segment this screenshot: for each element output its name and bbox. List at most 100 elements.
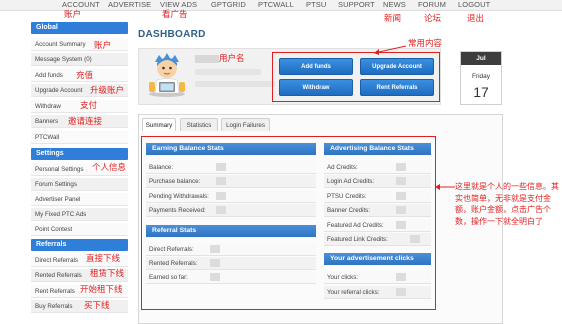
nav-gptgrid[interactable]: GPTGRID <box>211 0 246 11</box>
nav-ptcwall[interactable]: PTCWALL <box>258 0 294 11</box>
table-row: Purchase balance: <box>146 175 316 188</box>
annot-account: 账户 <box>64 10 82 20</box>
sidebar-header-referrals: Referrals <box>31 239 128 251</box>
annot-view-ads: 看广告 <box>162 10 188 20</box>
row-label: Featured Link Credits: <box>327 236 388 243</box>
tab-statistics[interactable]: Statistics <box>180 118 218 131</box>
table-row: Payments Received: <box>146 204 316 217</box>
arrow-icon <box>373 45 407 55</box>
table-row: Login Ad Credits: <box>324 175 431 188</box>
sidebar-item-buy-referrals[interactable]: Buy Referrals <box>31 300 128 313</box>
row-value-blur <box>396 163 406 171</box>
sidebar-item-advertiser-panel[interactable]: Advertiser Panel <box>31 193 128 206</box>
top-nav: ACCOUNT ADVERTISE VIEW ADS GPTGRID PTCWA… <box>0 0 562 11</box>
row-value-blur <box>210 259 220 267</box>
row-label: PTSU Credits: <box>327 193 367 200</box>
table-row: Your referral clicks: <box>324 286 431 299</box>
row-label: Login Ad Credits: <box>327 178 375 185</box>
table-row: Banner Credits: <box>324 204 431 217</box>
annot-sidebar-buy: 买下线 <box>84 301 110 311</box>
page-title: DASHBOARD <box>138 29 206 40</box>
tab-summary[interactable]: Summary <box>142 118 176 131</box>
earning-stats-header: Earning Balance Stats <box>146 143 316 155</box>
row-label: Earned so far: <box>149 274 188 281</box>
row-label: Your referral clicks: <box>327 289 380 296</box>
date-widget: Jul Friday 17 <box>460 51 502 105</box>
referral-stats-header: Referral Stats <box>146 225 316 237</box>
annot-stats-note: 这里就是个人的一些信息。其实也简单，无非就是支付金额，账户金额，点击广告个数，操… <box>455 182 559 226</box>
page: ACCOUNT ADVERTISE VIEW ADS GPTGRID PTCWA… <box>0 0 562 324</box>
table-row: Direct Referrals: <box>146 243 316 256</box>
sidebar-header-settings: Settings <box>31 148 128 160</box>
date-day: 17 <box>473 84 489 100</box>
row-value-blur <box>396 206 406 214</box>
avatar <box>149 53 185 97</box>
user-info-blur-2 <box>195 81 275 87</box>
annot-username: 用户名 <box>219 54 245 64</box>
nav-support[interactable]: SUPPORT <box>338 0 375 11</box>
row-label: Ad Credits: <box>327 164 358 171</box>
sidebar-item-forum-settings[interactable]: Forum Settings <box>31 178 128 191</box>
row-value-blur <box>396 221 406 229</box>
username-blur <box>195 55 219 63</box>
row-value-blur <box>216 206 226 214</box>
add-funds-button[interactable]: Add funds <box>279 58 353 75</box>
row-value-blur <box>216 177 226 185</box>
annot-sidebar-rent: 开始租下线 <box>80 285 123 295</box>
annot-sidebar-rented: 租赁下线 <box>90 269 125 279</box>
table-row: Balance: <box>146 161 316 174</box>
row-value-blur <box>396 177 406 185</box>
row-value-blur <box>210 245 220 253</box>
arrow-icon <box>435 184 455 190</box>
row-label: Your clicks: <box>327 274 359 281</box>
withdraw-button[interactable]: Withdraw <box>279 79 353 96</box>
row-label: Balance: <box>149 164 174 171</box>
table-row: Featured Link Credits: <box>324 233 431 246</box>
annot-sidebar-banners: 邀请连接 <box>68 117 103 127</box>
sidebar-header-global: Global <box>31 22 128 34</box>
advertising-stats-header: Advertising Balance Stats <box>324 143 431 155</box>
annot-common-content: 常用内容 <box>408 39 443 49</box>
row-label: Direct Referrals: <box>149 246 194 253</box>
sidebar-item-ptcwall[interactable]: PTCWall <box>31 131 128 144</box>
sidebar-item-message-system[interactable]: Message System (0) <box>31 53 128 66</box>
row-label: Purchase balance: <box>149 178 201 185</box>
row-label: Banner Credits: <box>327 207 370 214</box>
nav-ptsu[interactable]: PTSU <box>306 0 326 11</box>
table-row: Ad Credits: <box>324 161 431 174</box>
row-value-blur <box>216 192 226 200</box>
annot-forum: 论坛 <box>424 14 442 24</box>
row-label: Rented Referrals: <box>149 260 198 267</box>
ad-clicks-header: Your advertisement clicks <box>324 253 431 265</box>
row-label: Payments Received: <box>149 207 206 214</box>
nav-news[interactable]: NEWS <box>383 0 406 11</box>
sidebar-item-account-summary[interactable]: Account Summary <box>31 38 128 51</box>
sidebar-item-point-contest[interactable]: Point Contest <box>31 223 128 236</box>
annot-sidebar-personal: 个人信息 <box>92 163 127 173</box>
nav-forum[interactable]: FORUM <box>418 0 446 11</box>
annot-sidebar-direct: 直接下线 <box>86 254 121 264</box>
row-label: Featured Ad Credits: <box>327 222 384 229</box>
row-value-blur <box>216 163 226 171</box>
nav-advertise[interactable]: ADVERTISE <box>108 0 151 11</box>
row-value-blur <box>396 273 406 281</box>
nav-logout[interactable]: LOGOUT <box>458 0 490 11</box>
annot-sidebar-withdraw: 支付 <box>80 101 98 111</box>
row-value-blur <box>396 288 406 296</box>
annot-sidebar-recharge: 充值 <box>76 71 94 81</box>
date-month: Jul <box>461 52 501 65</box>
date-weekday: Friday <box>471 73 491 80</box>
rent-referrals-button[interactable]: Rent Referrals <box>360 79 434 96</box>
annot-logout: 退出 <box>467 14 485 24</box>
annot-news: 新闻 <box>384 14 402 24</box>
table-row: PTSU Credits: <box>324 190 431 203</box>
sidebar-item-fixed-ptc-ads[interactable]: My Fixed PTC Ads <box>31 208 128 221</box>
row-value-blur <box>210 273 220 281</box>
table-row: Rented Referrals: <box>146 257 316 270</box>
annot-sidebar-account: 账户 <box>94 41 112 51</box>
row-label: Pending Withdrawals: <box>149 193 209 200</box>
upgrade-account-button[interactable]: Upgrade Account <box>360 58 434 75</box>
table-row: Featured Ad Credits: <box>324 219 431 232</box>
annot-sidebar-upgrade: 升级账户 <box>90 86 125 96</box>
tab-login-failures[interactable]: Login Failures <box>221 118 270 131</box>
